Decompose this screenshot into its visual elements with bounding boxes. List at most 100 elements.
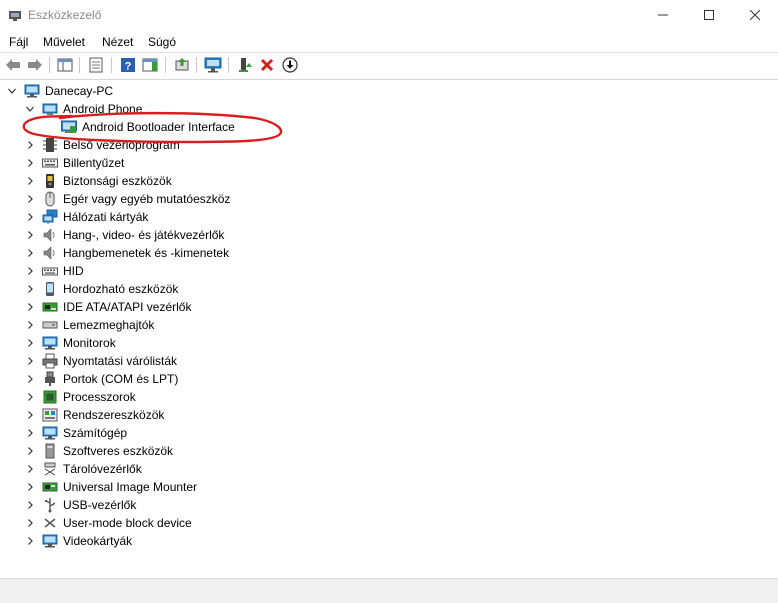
enable-device-button[interactable] <box>236 56 254 74</box>
tree-category[interactable]: Hang-, video- és játékvezérlők <box>0 226 778 244</box>
tree-category[interactable]: Szoftveres eszközök <box>0 442 778 460</box>
action-pane-button[interactable] <box>141 56 159 74</box>
storage-controller-icon <box>44 462 56 476</box>
expand-chevron-icon[interactable] <box>24 532 36 550</box>
show-hide-console-tree-button[interactable] <box>56 56 74 74</box>
category-label: Hordozható eszközök <box>63 282 179 296</box>
expand-chevron-icon[interactable] <box>24 442 36 460</box>
expand-chevron-icon[interactable] <box>24 190 36 208</box>
tree-category[interactable]: USB-vezérlők <box>0 496 778 514</box>
category-label: Lemezmeghajtók <box>63 318 155 332</box>
expand-chevron-icon[interactable] <box>24 478 36 496</box>
tree-category[interactable]: Rendszereszközök <box>0 406 778 424</box>
collapse-chevron-icon[interactable] <box>6 82 18 100</box>
forward-arrow-icon <box>28 59 42 71</box>
tree-category[interactable]: HID <box>0 262 778 280</box>
network-adapter-icon <box>42 209 58 224</box>
category-label: Android Phone <box>63 102 143 116</box>
scan-hardware-button[interactable] <box>204 56 222 74</box>
tree-category[interactable]: Számítógép <box>0 424 778 442</box>
expand-chevron-icon[interactable] <box>24 352 36 370</box>
tree-category[interactable]: Hálózati kártyák <box>0 208 778 226</box>
category-label: Portok (COM és LPT) <box>63 372 179 386</box>
category-label: HID <box>63 264 84 278</box>
expand-chevron-icon[interactable] <box>24 298 36 316</box>
tree-category[interactable]: Portok (COM és LPT) <box>0 370 778 388</box>
tree-category[interactable]: Biztonsági eszközök <box>0 172 778 190</box>
collapse-chevron-icon[interactable] <box>24 100 36 118</box>
menu-file[interactable]: Fájl <box>9 34 28 50</box>
expand-chevron-icon[interactable] <box>24 406 36 424</box>
expand-chevron-icon[interactable] <box>24 136 36 154</box>
menu-action[interactable]: Művelet <box>43 34 85 50</box>
expand-chevron-icon[interactable] <box>24 172 36 190</box>
tree-category[interactable]: User-mode block device <box>0 514 778 532</box>
expand-chevron-icon[interactable] <box>24 226 36 244</box>
firmware-icon <box>43 138 57 152</box>
category-label: Billentyűzet <box>63 156 125 170</box>
ide-controller-icon <box>42 302 58 312</box>
expand-chevron-icon[interactable] <box>24 208 36 226</box>
portable-device-icon <box>46 282 54 296</box>
expand-chevron-icon[interactable] <box>24 388 36 406</box>
speaker-icon <box>43 246 55 260</box>
device-manager-icon <box>9 11 21 21</box>
expand-chevron-icon[interactable] <box>24 334 36 352</box>
expand-chevron-icon[interactable] <box>24 424 36 442</box>
expand-chevron-icon[interactable] <box>24 154 36 172</box>
maximize-button[interactable] <box>686 0 732 30</box>
expand-chevron-icon[interactable] <box>24 496 36 514</box>
category-label: Belső vezérlőprogram <box>63 138 180 152</box>
port-icon <box>45 371 55 386</box>
toolbar-separator <box>111 57 112 73</box>
bootloader-device-icon <box>61 120 77 133</box>
tree-category[interactable]: Lemezmeghajtók <box>0 316 778 334</box>
tree-category[interactable]: Egér vagy egyéb mutatóeszköz <box>0 190 778 208</box>
tree-category[interactable]: Tárolóvezérlők <box>0 460 778 478</box>
tree-category[interactable]: Hordozható eszközök <box>0 280 778 298</box>
software-device-icon <box>45 443 55 459</box>
forward-button[interactable] <box>26 56 44 74</box>
close-button[interactable] <box>732 0 778 30</box>
tree-root[interactable]: Danecay-PC <box>0 82 778 100</box>
expand-chevron-icon[interactable] <box>24 316 36 334</box>
toolbar-separator <box>49 57 50 73</box>
menu-help[interactable]: Súgó <box>148 34 176 50</box>
menu-bar: Fájl Művelet Nézet Súgó <box>0 30 778 53</box>
tree-category[interactable]: Billentyűzet <box>0 154 778 172</box>
category-label: Számítógép <box>63 426 128 440</box>
help-button[interactable]: ? <box>119 56 137 74</box>
expand-chevron-icon[interactable] <box>24 280 36 298</box>
tree-category[interactable]: Belső vezérlőprogram <box>0 136 778 154</box>
tree-category[interactable]: Hangbemenetek és -kimenetek <box>0 244 778 262</box>
toolbar-separator <box>196 57 197 73</box>
update-driver-button[interactable] <box>173 56 191 74</box>
computer-icon <box>42 426 58 440</box>
expand-chevron-icon[interactable] <box>24 370 36 388</box>
minimize-button[interactable] <box>640 0 686 30</box>
tree-category[interactable]: IDE ATA/ATAPI vezérlők <box>0 298 778 316</box>
menu-view[interactable]: Nézet <box>102 34 133 50</box>
system-device-icon <box>42 408 58 422</box>
close-icon <box>750 10 760 20</box>
expand-chevron-icon[interactable] <box>24 460 36 478</box>
properties-button[interactable] <box>87 56 105 74</box>
uninstall-device-button[interactable] <box>258 56 276 74</box>
expand-chevron-icon[interactable] <box>24 514 36 532</box>
computer-icon <box>24 84 40 98</box>
tree-category[interactable]: Nyomtatási várólisták <box>0 352 778 370</box>
back-button[interactable] <box>4 56 22 74</box>
usb-icon <box>45 498 55 513</box>
tree-category[interactable]: Monitorok <box>0 334 778 352</box>
expand-chevron-icon[interactable] <box>24 244 36 262</box>
disable-device-button[interactable] <box>281 56 299 74</box>
tree-device-android-bootloader-interface[interactable]: Android Bootloader Interface <box>0 118 778 136</box>
window-title: Eszközkezelő <box>28 8 102 22</box>
tree-category[interactable]: Universal Image Mounter <box>0 478 778 496</box>
tree-category[interactable]: Processzorok <box>0 388 778 406</box>
tree-category[interactable]: Videokártyák <box>0 532 778 550</box>
processor-icon <box>43 390 57 404</box>
printer-icon <box>42 353 58 369</box>
tree-category-android-phone[interactable]: Android Phone <box>0 100 778 118</box>
expand-chevron-icon[interactable] <box>24 262 36 280</box>
